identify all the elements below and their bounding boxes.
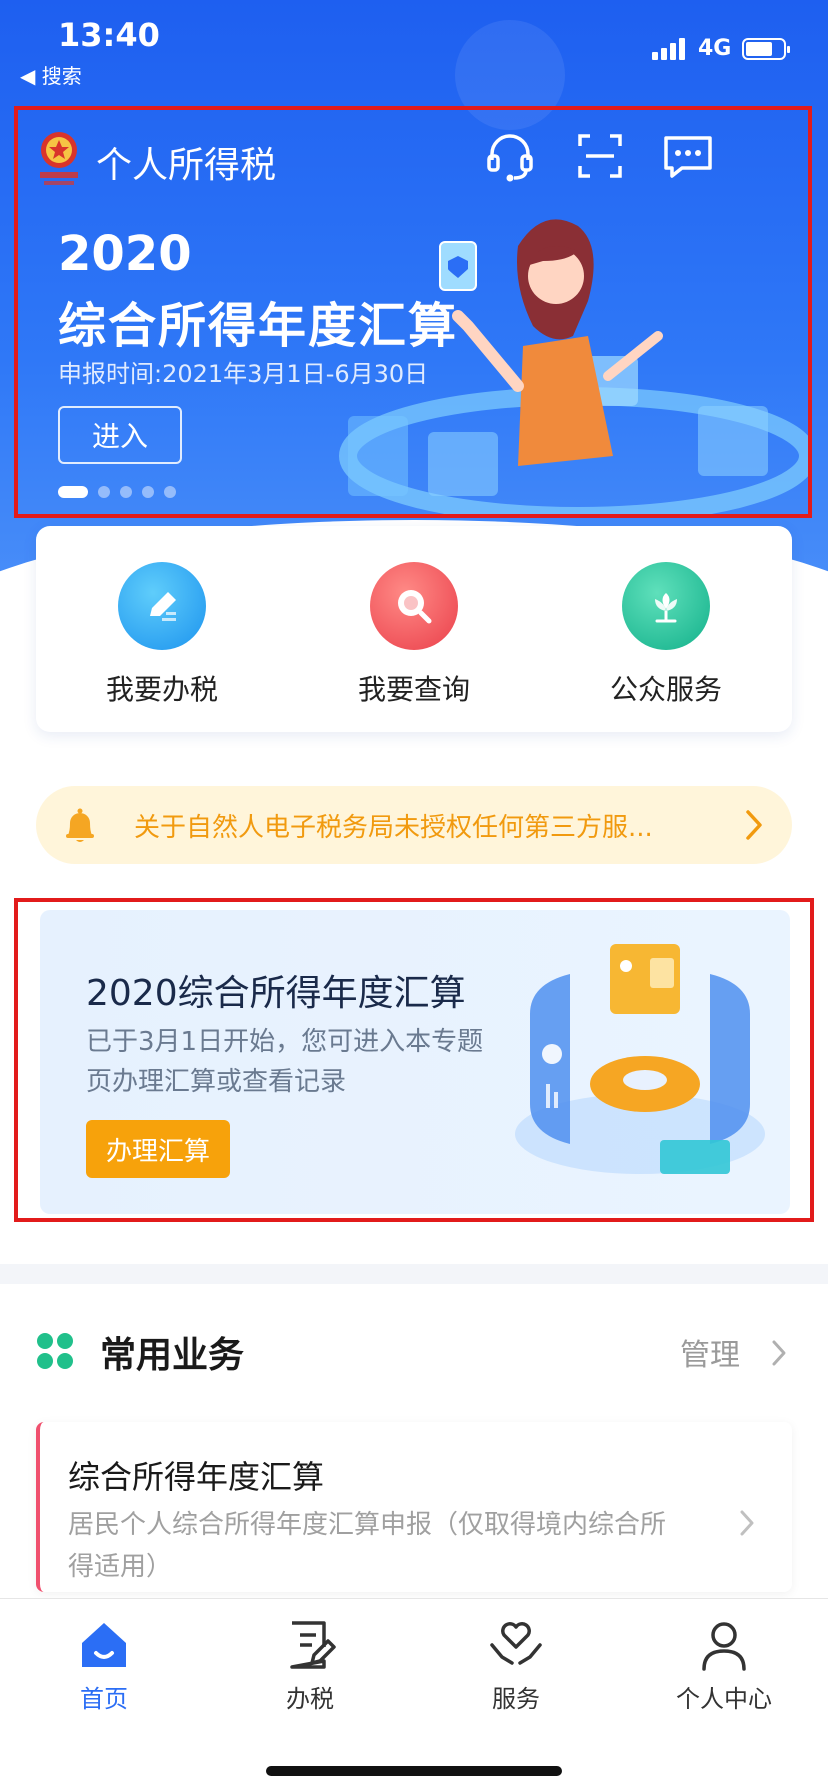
quick-action-file-tax[interactable]: 我要办税 <box>62 562 262 708</box>
banner-date: 申报时间:2021年3月1日-6月30日 <box>58 360 429 388</box>
pagination-dot[interactable] <box>164 486 176 498</box>
back-to-search-link[interactable]: ◀ 搜索 <box>20 60 82 89</box>
business-item-annual-settlement[interactable]: 综合所得年度汇算 居民个人综合所得年度汇算申报（仅取得境内综合所得适用） <box>36 1422 792 1592</box>
tab-personal-center[interactable]: 个人中心 <box>654 1617 794 1714</box>
scan-icon[interactable] <box>572 128 628 184</box>
annual-settlement-banner[interactable]: 个人所得税 2020 综合所得年度汇算 申报时间:2021年3月1日-6月30日… <box>14 106 812 518</box>
tab-label: 办税 <box>286 1685 334 1713</box>
annual-card-description: 已于3月1日开始，您可进入本专题页办理汇算或查看记录 <box>86 1027 484 1097</box>
edit-icon <box>118 562 206 650</box>
business-item-title: 综合所得年度汇算 <box>68 1458 325 1496</box>
chevron-right-icon <box>740 1510 754 1536</box>
heart-hands-icon <box>490 1622 542 1665</box>
tab-label: 首页 <box>80 1685 128 1713</box>
app-title: 个人所得税 <box>96 145 277 186</box>
battery-icon <box>742 38 790 60</box>
quick-action-label: 公众服务 <box>609 673 722 706</box>
annual-settlement-card-highlight: 2020综合所得年度汇算 已于3月1日开始，您可进入本专题页办理汇算或查看记录 … <box>14 898 814 1222</box>
tab-service[interactable]: 服务 <box>446 1617 586 1714</box>
section-divider <box>0 1264 828 1284</box>
annual-settlement-card[interactable]: 2020综合所得年度汇算 已于3月1日开始，您可进入本专题页办理汇算或查看记录 … <box>40 910 790 1214</box>
banner-title: 综合所得年度汇算 <box>58 298 459 354</box>
banner-pagination[interactable] <box>58 486 176 498</box>
status-time: 13:40 <box>58 16 160 54</box>
message-icon[interactable] <box>660 128 716 184</box>
process-settlement-button[interactable]: 办理汇算 <box>86 1120 230 1178</box>
tab-label: 个人中心 <box>676 1685 772 1713</box>
quick-action-label: 我要办税 <box>105 673 218 706</box>
user-icon <box>702 1622 746 1671</box>
network-type: 4G <box>698 36 732 61</box>
quick-action-query[interactable]: 我要查询 <box>314 562 514 708</box>
business-item-description: 居民个人综合所得年度汇算申报（仅取得境内综合所得适用） <box>68 1510 667 1582</box>
grid-icon <box>37 1333 73 1369</box>
home-icon <box>82 1623 126 1667</box>
tab-home[interactable]: 首页 <box>34 1617 174 1714</box>
document-icon <box>290 1621 336 1669</box>
tax-emblem-icon <box>40 132 78 185</box>
bell-icon <box>66 808 94 842</box>
tab-tax[interactable]: 办税 <box>240 1617 380 1714</box>
chevron-right-icon <box>746 810 762 840</box>
pagination-dot[interactable] <box>98 486 110 498</box>
settlement-illustration <box>515 944 765 1174</box>
notice-text: 关于自然人电子税务局未授权任何第三方服... <box>134 812 653 843</box>
home-indicator <box>266 1766 562 1776</box>
signal-icon <box>652 38 685 60</box>
bottom-tab-bar: 首页 办税 服务 个人中心 <box>0 1598 828 1792</box>
notice-bar[interactable]: 关于自然人电子税务局未授权任何第三方服... <box>36 786 792 864</box>
manage-link[interactable]: 管理 <box>680 1330 740 1374</box>
quick-action-label: 我要查询 <box>357 673 470 706</box>
status-bar: 13:40 ◀ 搜索 4G <box>0 0 828 95</box>
pagination-dot[interactable] <box>120 486 132 498</box>
pagination-dot[interactable] <box>142 486 154 498</box>
tab-label: 服务 <box>492 1685 540 1713</box>
annual-card-title: 2020综合所得年度汇算 <box>86 973 466 1014</box>
quick-actions: 我要办税 我要查询 公众服务 <box>36 526 792 732</box>
pagination-dot[interactable] <box>58 486 88 498</box>
headset-icon[interactable] <box>482 128 538 184</box>
chevron-right-icon[interactable] <box>770 1338 788 1368</box>
common-business-header: 常用业务 管理 <box>0 1320 828 1386</box>
flower-icon <box>622 562 710 650</box>
search-icon <box>370 562 458 650</box>
quick-action-public-service[interactable]: 公众服务 <box>566 562 766 708</box>
common-business-title: 常用业务 <box>100 1335 245 1376</box>
enter-button[interactable]: 进入 <box>58 406 182 464</box>
app-screen: { "status_bar": {"time": "13:40", "back_… <box>0 0 828 1792</box>
banner-year: 2020 <box>58 226 192 282</box>
